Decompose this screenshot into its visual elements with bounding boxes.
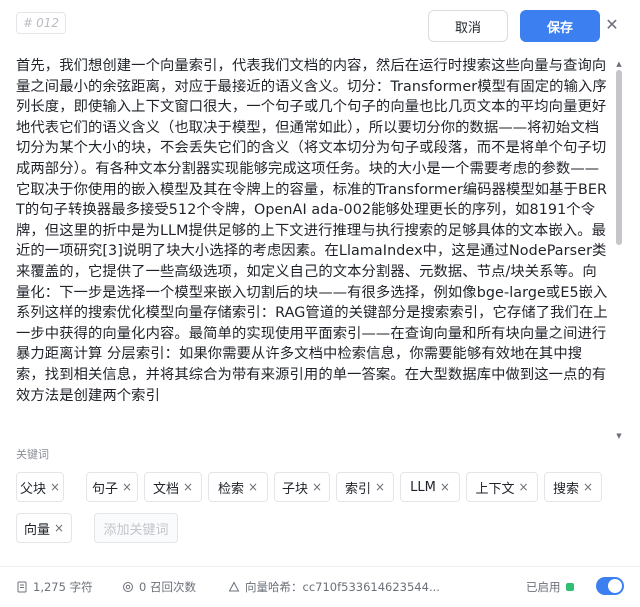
vector-hash-stat: 向量哈希：cc710f533614623544... <box>228 576 440 598</box>
remove-keyword-icon[interactable]: × <box>583 480 593 494</box>
remove-keyword-icon[interactable]: × <box>375 480 385 494</box>
keyword-tag[interactable]: 文档 × <box>144 472 202 502</box>
char-count: 1,275 字符 <box>33 580 93 594</box>
keyword-tag[interactable]: 句子 × <box>86 472 138 502</box>
keyword-tag[interactable]: 搜索 × <box>544 472 602 502</box>
content-editor[interactable]: 首先，我们想创建一个向量索引，代表我们文档的内容，然后在运行时搜索这些向量与查询… <box>16 56 624 438</box>
keyword-tag[interactable]: 父块 × <box>16 472 64 502</box>
status-dot <box>565 583 574 591</box>
footer-divider <box>0 566 640 567</box>
editor-header: # 012 取消 保存 ✕ <box>0 0 640 50</box>
add-keyword-input[interactable]: 添加关键词 <box>94 513 178 543</box>
chunk-content-text[interactable]: 首先，我们想创建一个向量索引，代表我们文档的内容，然后在运行时搜索这些向量与查询… <box>16 56 608 406</box>
vector-hash: 向量哈希：cc710f533614623544... <box>245 580 440 594</box>
save-button[interactable]: 保存 <box>520 10 600 42</box>
remove-keyword-icon[interactable]: × <box>440 480 450 494</box>
content-scrollbar[interactable]: ▲ ▼ <box>615 60 623 440</box>
remove-keyword-icon[interactable]: × <box>50 480 60 494</box>
hash-icon: # <box>23 16 34 30</box>
chunk-footer: 1,275 字符 0 召回次数 向量哈希：cc710f533614623544.… <box>16 576 624 598</box>
remove-keyword-icon[interactable]: × <box>122 480 132 494</box>
scrollbar-thumb[interactable] <box>616 70 622 245</box>
keyword-tag-label: 文档 <box>152 481 179 497</box>
keyword-tag[interactable]: 检索 × <box>208 472 268 502</box>
cancel-button[interactable]: 取消 <box>428 10 508 42</box>
keyword-tag-label: 父块 <box>19 481 46 497</box>
keyword-tag[interactable]: 索引 × <box>336 472 394 502</box>
recall-count: 0 召回次数 <box>139 580 196 594</box>
keyword-tag[interactable]: 上下文 × <box>466 472 538 502</box>
vector-hash-icon <box>228 581 240 592</box>
status-indicator: 已启用 <box>526 576 574 598</box>
keyword-tag-label: LLM <box>410 479 436 495</box>
remove-keyword-icon[interactable]: × <box>312 480 322 494</box>
document-icon <box>17 581 27 593</box>
keywords-label: 关键词 <box>16 448 49 461</box>
keyword-tag-label: 索引 <box>344 481 371 497</box>
scroll-up-arrow-icon[interactable]: ▲ <box>615 60 623 68</box>
remove-keyword-icon[interactable]: × <box>54 521 64 535</box>
recall-count-stat: 0 召回次数 <box>122 576 196 598</box>
remove-keyword-icon[interactable]: × <box>183 480 193 494</box>
keyword-tag-label: 上下文 <box>475 481 515 497</box>
scroll-down-arrow-icon[interactable]: ▼ <box>615 432 623 440</box>
keyword-tag-label: 检索 <box>217 481 244 497</box>
chunk-id-badge: # 012 <box>16 12 66 34</box>
remove-keyword-icon[interactable]: × <box>518 480 528 494</box>
close-icon[interactable]: ✕ <box>603 16 621 34</box>
keyword-tag-label: 向量 <box>23 522 50 538</box>
keyword-tag[interactable]: 向量 × <box>16 513 72 543</box>
keyword-tag-label: 子块 <box>281 481 308 497</box>
keyword-tag-label: 句子 <box>91 481 118 497</box>
chunk-id-value: 012 <box>36 16 59 30</box>
status-label: 已启用 <box>526 580 561 594</box>
target-icon <box>123 582 133 592</box>
keyword-tag-label: 搜索 <box>552 481 579 497</box>
toggle-knob <box>608 579 622 593</box>
keyword-tag[interactable]: LLM × <box>400 472 460 502</box>
char-count-stat: 1,275 字符 <box>16 576 93 598</box>
keyword-tag[interactable]: 子块 × <box>274 472 330 502</box>
enable-toggle[interactable] <box>596 577 624 595</box>
remove-keyword-icon[interactable]: × <box>248 480 258 494</box>
